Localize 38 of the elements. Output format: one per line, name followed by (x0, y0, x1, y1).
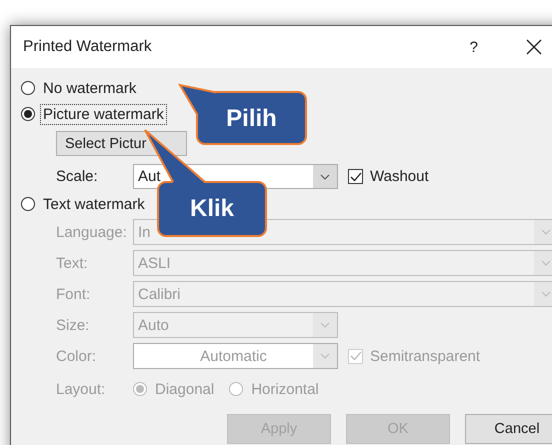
field-label: Language: (56, 224, 128, 240)
help-button[interactable]: ? (470, 38, 478, 56)
select-picture-button[interactable]: Select Pictur (56, 131, 187, 156)
callout-tooltip: Pilih (178, 83, 310, 147)
dropdown[interactable]: ASLI (133, 250, 552, 276)
radio-label: No watermark (42, 78, 138, 98)
radio-label: Text watermark (42, 194, 146, 214)
checkmark-icon (350, 351, 362, 361)
field-label: Font: (56, 286, 92, 302)
chevron-icon (541, 229, 551, 235)
window-title: Printed Watermark (23, 38, 153, 56)
field-label: Text: (56, 254, 89, 272)
radio-label: Picture watermark (40, 104, 167, 124)
chevron-icon (320, 322, 330, 328)
radio-button[interactable] (21, 81, 35, 95)
radio-button[interactable] (21, 107, 35, 121)
radio-label: Diagonal (154, 380, 216, 400)
chevron-icon (541, 260, 551, 266)
radio-button[interactable] (229, 382, 244, 396)
chevron-icon (320, 174, 330, 180)
dialog-button[interactable]: Cancel (465, 414, 552, 444)
dropdown[interactable]: Automatic (133, 343, 338, 369)
checkbox[interactable] (348, 169, 363, 184)
field-label: Size: (56, 316, 90, 334)
dropdown[interactable]: Auto (133, 312, 338, 338)
checkbox-label: Washout (370, 168, 429, 185)
checkmark-icon (350, 172, 362, 182)
chevron-icon (541, 291, 551, 297)
field-label: Scale: (56, 168, 99, 185)
chevron-icon (320, 353, 330, 359)
radio-button[interactable] (133, 382, 147, 396)
close-icon[interactable] (526, 39, 542, 55)
checkbox-label: Semitransparent (370, 348, 480, 364)
radio-label: Horizontal (250, 380, 320, 400)
field-label: Color: (56, 348, 98, 364)
dropdown[interactable]: Calibri (133, 281, 552, 307)
radio-button[interactable] (21, 197, 35, 211)
field-label: Layout: (56, 380, 106, 398)
